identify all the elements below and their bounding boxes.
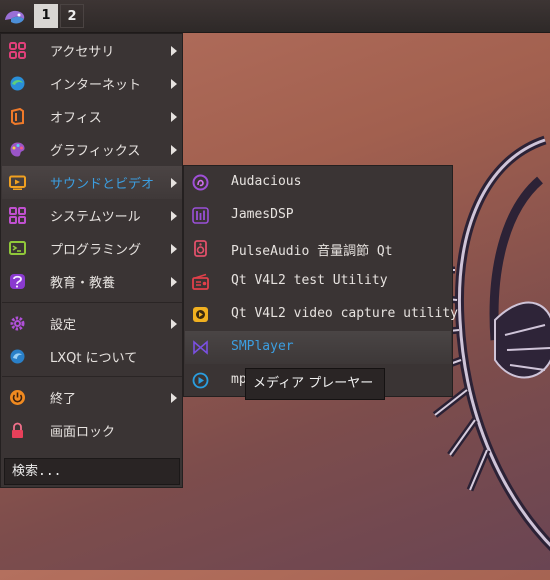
search-input[interactable]: 検索... (4, 458, 180, 485)
submenu-item-smplayer[interactable]: SMPlayer (185, 331, 451, 364)
multimedia-icon (9, 175, 26, 190)
menu-item-education[interactable]: 教育・教養 (2, 265, 182, 298)
chevron-right-icon (171, 112, 177, 122)
chevron-right-icon (171, 393, 177, 403)
menu-item-label: プログラミング (50, 243, 142, 258)
workspace-2-button[interactable]: 2 (60, 4, 84, 28)
submenu-item-jamesdsp[interactable]: JamesDSP (185, 199, 451, 232)
menu-separator (2, 302, 182, 303)
menu-item-system-tools[interactable]: システムツール (2, 199, 182, 232)
tooltip: メディア プレーヤー (245, 368, 385, 400)
menu-item-label: グラフィックス (50, 144, 141, 159)
menu-item-label: オフィス (50, 111, 102, 126)
chevron-right-icon (171, 244, 177, 254)
submenu-item-label: PulseAudio 音量調節 Qt (231, 244, 393, 259)
about-icon (10, 349, 25, 364)
office-icon (11, 108, 24, 125)
application-menu: アクセサリ インターネット オフィス グラフィックス サウンドとビデオ システム… (0, 33, 183, 488)
graphics-icon (10, 142, 25, 157)
sound-video-submenu: Audacious JamesDSP PulseAudio 音量調節 Qt Qt… (183, 165, 458, 397)
mpv-icon (192, 372, 209, 389)
smplayer-icon (193, 340, 208, 355)
workspace-1-button[interactable]: 1 (34, 4, 58, 28)
power-icon (10, 390, 25, 405)
chevron-right-icon (171, 178, 177, 188)
chevron-right-icon (171, 46, 177, 56)
lock-icon (12, 422, 23, 438)
menu-item-label: アクセサリ (50, 45, 115, 60)
submenu-item-pulseaudio[interactable]: PulseAudio 音量調節 Qt (185, 232, 451, 265)
menu-item-label: サウンドとビデオ (50, 177, 155, 192)
menu-item-office[interactable]: オフィス (2, 100, 182, 133)
menu-item-label: システムツール (50, 210, 141, 225)
menu-item-about-lxqt[interactable]: LXQt について (2, 340, 182, 373)
menu-item-sound-video[interactable]: サウンドとビデオ (2, 166, 182, 199)
menu-separator (2, 376, 182, 377)
system-tools-icon (9, 207, 26, 224)
menu-item-accessories[interactable]: アクセサリ (2, 34, 182, 67)
menu-item-label: 画面ロック (50, 425, 116, 440)
menu-item-label: 設定 (50, 318, 77, 333)
top-panel: 1 2 (0, 0, 550, 33)
radio-icon (192, 273, 209, 290)
menu-item-label: インターネット (50, 78, 142, 93)
menu-item-leave[interactable]: 終了 (2, 381, 182, 414)
menu-item-graphics[interactable]: グラフィックス (2, 133, 182, 166)
audacious-icon (192, 174, 209, 191)
menu-item-internet[interactable]: インターネット (2, 67, 182, 100)
menu-item-label: 終了 (50, 392, 77, 407)
lxqt-logo-icon (5, 10, 25, 24)
submenu-item-label: Audacious (231, 174, 302, 189)
start-menu-button[interactable] (2, 4, 28, 28)
video-capture-icon (193, 307, 208, 322)
chevron-right-icon (171, 145, 177, 155)
equalizer-icon (192, 207, 209, 224)
internet-icon (10, 76, 25, 91)
submenu-item-label: Qt V4L2 video capture utility (231, 306, 458, 321)
chevron-right-icon (171, 277, 177, 287)
menu-item-programming[interactable]: プログラミング (2, 232, 182, 265)
accessories-icon (9, 42, 26, 59)
menu-item-label: 教育・教養 (50, 276, 116, 291)
gear-icon (10, 316, 25, 331)
submenu-item-qvidcap[interactable]: Qt V4L2 video capture utility (185, 298, 458, 331)
submenu-item-label: Qt V4L2 test Utility (231, 273, 388, 288)
chevron-right-icon (171, 319, 177, 329)
menu-item-lock-screen[interactable]: 画面ロック (2, 414, 182, 447)
chevron-right-icon (171, 211, 177, 221)
programming-icon (9, 241, 26, 255)
education-icon (10, 274, 25, 289)
menu-item-settings[interactable]: 設定 (2, 307, 182, 340)
submenu-item-qv4l2[interactable]: Qt V4L2 test Utility (185, 265, 451, 298)
submenu-item-label: JamesDSP (231, 207, 294, 222)
menu-item-label: LXQt について (50, 351, 138, 366)
submenu-item-audacious[interactable]: Audacious (185, 166, 451, 199)
chevron-right-icon (171, 79, 177, 89)
submenu-item-label: SMPlayer (231, 339, 294, 354)
speaker-icon (194, 240, 207, 257)
